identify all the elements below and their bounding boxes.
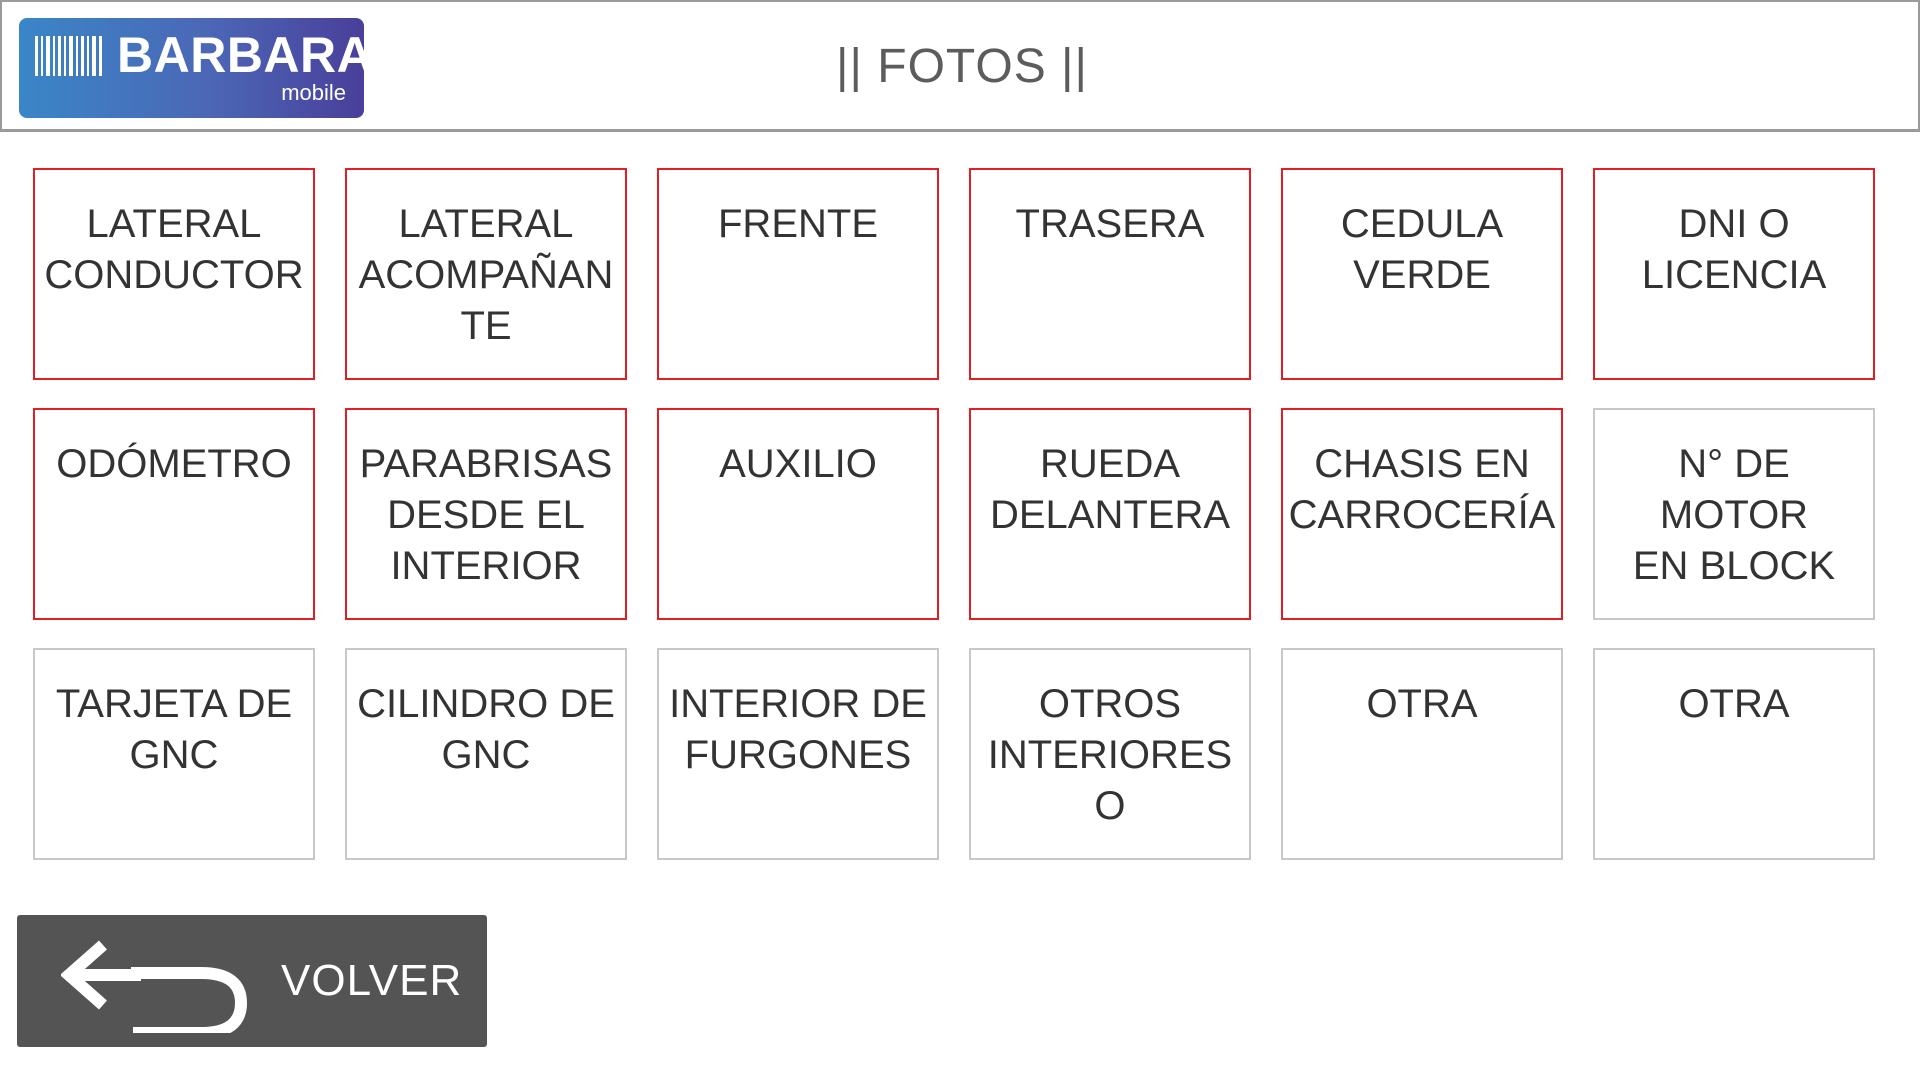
photo-tile-label: OTROS INTERIORES O bbox=[987, 682, 1233, 828]
photo-tile[interactable]: AUXILIO bbox=[657, 408, 939, 620]
photo-tile-label: N° DE MOTOR EN BLOCK bbox=[1632, 442, 1836, 588]
photo-tile[interactable]: LATERAL CONDUCTOR bbox=[33, 168, 315, 380]
photo-tile-label: OTRA bbox=[1366, 682, 1478, 726]
photo-tile-label: INTERIOR DE FURGONES bbox=[669, 682, 927, 777]
photo-tile-label: FRENTE bbox=[718, 202, 878, 246]
back-button[interactable]: VOLVER bbox=[17, 915, 487, 1047]
photo-tile[interactable]: CEDULA VERDE bbox=[1281, 168, 1563, 380]
photo-tile[interactable]: INTERIOR DE FURGONES bbox=[657, 648, 939, 860]
photo-tile-label: ODÓMETRO bbox=[56, 442, 292, 486]
photo-tile[interactable]: OTRA bbox=[1281, 648, 1563, 860]
photo-tile-label: OTRA bbox=[1678, 682, 1790, 726]
photo-tile[interactable]: N° DE MOTOR EN BLOCK bbox=[1593, 408, 1875, 620]
photo-category-grid: LATERAL CONDUCTOR LATERAL ACOMPAÑAN TE FRE… bbox=[33, 168, 1875, 860]
photo-tile-label: LATERAL CONDUCTOR bbox=[44, 202, 304, 297]
photo-tile-label: AUXILIO bbox=[719, 442, 877, 486]
photo-tile[interactable]: OTROS INTERIORES O bbox=[969, 648, 1251, 860]
photo-tile-label: TARJETA DE GNC bbox=[55, 682, 293, 777]
photo-tile[interactable]: TRASERA bbox=[969, 168, 1251, 380]
photo-tile[interactable]: RUEDA DELANTERA bbox=[969, 408, 1251, 620]
photo-tile[interactable]: CHASIS EN CARROCERÍA bbox=[1281, 408, 1563, 620]
photo-tile-label: LATERAL ACOMPAÑAN TE bbox=[358, 202, 614, 348]
back-button-label: VOLVER bbox=[281, 956, 463, 1005]
photo-tile[interactable]: OTRA bbox=[1593, 648, 1875, 860]
photo-tile-label: TRASERA bbox=[1015, 202, 1205, 246]
photo-tile[interactable]: ODÓMETRO bbox=[33, 408, 315, 620]
photo-tile-label: PARABRISAS DESDE EL INTERIOR bbox=[359, 442, 613, 588]
photo-tile[interactable]: TARJETA DE GNC bbox=[33, 648, 315, 860]
photo-tile[interactable]: PARABRISAS DESDE EL INTERIOR bbox=[345, 408, 627, 620]
page-title: || FOTOS || bbox=[835, 39, 1088, 93]
photo-tile-label: CILINDRO DE GNC bbox=[357, 682, 615, 777]
photo-tile[interactable]: FRENTE bbox=[657, 168, 939, 380]
photo-tile-label: RUEDA DELANTERA bbox=[989, 442, 1231, 537]
photo-tile-label: DNI O LICENCIA bbox=[1641, 202, 1827, 297]
photo-tile-label: CEDULA VERDE bbox=[1340, 202, 1504, 297]
photo-tile[interactable]: DNI O LICENCIA bbox=[1593, 168, 1875, 380]
photo-tile[interactable]: LATERAL ACOMPAÑAN TE bbox=[345, 168, 627, 380]
photo-tile[interactable]: CILINDRO DE GNC bbox=[345, 648, 627, 860]
return-arrow-icon bbox=[61, 940, 248, 1033]
photo-tile-label: CHASIS EN CARROCERÍA bbox=[1288, 442, 1556, 537]
app-header: BARBARA mobile || FOTOS || bbox=[0, 0, 1920, 132]
